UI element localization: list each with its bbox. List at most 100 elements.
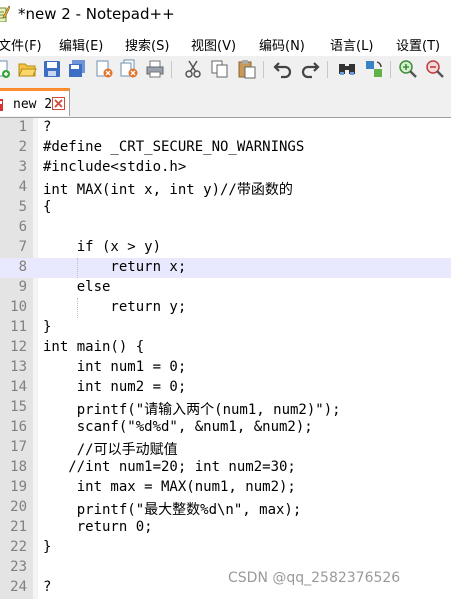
code-line[interactable]: 14 int num2 = 0; [0, 378, 451, 398]
code-text: ? [43, 579, 52, 595]
code-line[interactable]: 10 return y; [0, 298, 451, 318]
code-text: int max = MAX(num1, num2); [43, 479, 296, 495]
code-text: //int num1=20; int num2=30; [43, 459, 296, 475]
line-number: 9 [18, 279, 27, 295]
code-line[interactable]: 5{ [0, 198, 451, 218]
toolbar [0, 56, 451, 85]
code-line[interactable]: 1? [0, 118, 451, 138]
code-line[interactable]: 11} [0, 318, 451, 338]
code-text: //可以手动赋值 [43, 442, 178, 458]
editor[interactable]: 1? 2 #define _CRT_SECURE_NO_WARNINGS 3 #incl… [0, 118, 451, 599]
code-text: { [43, 199, 52, 215]
code-text: else [43, 279, 111, 295]
code-text: #define _CRT_SECURE_NO_WARNINGS [43, 139, 305, 155]
save-all-icon[interactable] [67, 59, 87, 79]
tab-new-2[interactable]: new 2 [0, 88, 70, 116]
code-text: #include<stdio.h> [43, 159, 187, 175]
code-line[interactable]: 20 printf("最大整数%d\n", max); [0, 498, 451, 518]
code-line[interactable]: 4 int MAX(int x, int y)//带函数的 [0, 178, 451, 198]
code-line[interactable]: 21 return 0; [0, 518, 451, 538]
code-line[interactable]: 12 int main() { [0, 338, 451, 358]
code-text: ? [43, 119, 52, 135]
menu-language[interactable]: 语言(L) [330, 35, 373, 54]
find-icon[interactable] [337, 59, 357, 79]
line-number: 5 [18, 199, 27, 215]
copy-icon[interactable] [210, 59, 230, 79]
open-folder-icon[interactable] [17, 59, 37, 79]
paste-icon[interactable] [237, 59, 257, 79]
watermark: CSDN @qq_2582376526 [228, 570, 401, 586]
window-title: *new 2 - Notepad++ [18, 5, 175, 23]
new-file-icon[interactable] [0, 59, 12, 79]
code-line[interactable]: 15 printf("请输入两个(num1, num2)"); [0, 398, 451, 418]
menu-bar: 文件(F) 编辑(E) 搜索(S) 视图(V) 编码(N) 语言(L) 设置(T… [0, 32, 451, 56]
line-number: 18 [10, 459, 27, 475]
code-line[interactable]: 19 int max = MAX(num1, num2); [0, 478, 451, 498]
menu-settings[interactable]: 设置(T) [396, 35, 440, 54]
code-line[interactable]: 9 else [0, 278, 451, 298]
line-number: 4 [18, 179, 27, 195]
code-text: return x; [43, 259, 187, 275]
code-line[interactable]: 2 #define _CRT_SECURE_NO_WARNINGS [0, 138, 451, 158]
tab-close-icon[interactable] [52, 97, 65, 110]
line-number: 12 [10, 339, 27, 355]
tab-label: new 2 [13, 97, 53, 112]
close-all-icon[interactable] [119, 59, 139, 79]
cut-icon[interactable] [183, 59, 203, 79]
modified-file-icon [0, 99, 3, 111]
line-number: 15 [10, 399, 27, 415]
toolbar-separator [263, 61, 264, 78]
code-text: int num2 = 0; [43, 379, 187, 395]
notepad-app-icon [0, 5, 10, 22]
zoom-in-icon[interactable] [398, 59, 418, 79]
code-text: return 0; [43, 519, 153, 535]
menu-encoding[interactable]: 编码(N) [259, 35, 305, 54]
code-line[interactable]: 8 return x; [0, 258, 451, 278]
code-line[interactable]: 17 //可以手动赋值 [0, 438, 451, 458]
line-number: 1 [18, 119, 27, 135]
toolbar-separator [171, 61, 172, 78]
toolbar-separator [390, 61, 391, 78]
code-line[interactable]: 3 #include<stdio.h> [0, 158, 451, 178]
code-line[interactable]: 22} [0, 538, 451, 558]
code-line[interactable]: 16 scanf("%d%d", &num1, &num2); [0, 418, 451, 438]
line-number: 19 [10, 479, 27, 495]
code-line[interactable]: 7 if (x > y) [0, 238, 451, 258]
code-text: } [43, 539, 52, 555]
line-number: 11 [10, 319, 27, 335]
code-text: printf("最大整数%d\n", max); [43, 502, 302, 518]
title-bar: *new 2 - Notepad++ [0, 0, 451, 32]
code-line[interactable]: 18 //int num1=20; int num2=30; [0, 458, 451, 478]
code-text: int num1 = 0; [43, 359, 187, 375]
replace-icon[interactable] [364, 59, 384, 79]
menu-edit[interactable]: 编辑(E) [59, 35, 103, 54]
redo-icon[interactable] [300, 59, 320, 79]
line-number: 16 [10, 419, 27, 435]
close-icon[interactable] [94, 59, 114, 79]
tab-bar: new 2 [0, 84, 451, 118]
code-text: scanf("%d%d", &num1, &num2); [43, 419, 313, 435]
line-number: 3 [18, 159, 27, 175]
code-text: printf("请输入两个(num1, num2)"); [43, 402, 341, 418]
menu-view[interactable]: 视图(V) [191, 35, 236, 54]
print-icon[interactable] [145, 59, 165, 79]
code-text: return y; [43, 299, 187, 315]
code-text: int MAX(int x, int y)//带函数的 [43, 182, 293, 198]
zoom-out-icon[interactable] [425, 59, 445, 79]
code-text: } [43, 319, 52, 335]
save-icon[interactable] [42, 59, 62, 79]
line-number: 22 [10, 539, 27, 555]
code-text: if (x > y) [43, 239, 162, 255]
line-number: 2 [18, 139, 27, 155]
line-number: 20 [10, 499, 27, 515]
menu-file[interactable]: 文件(F) [0, 35, 42, 54]
code-line[interactable]: 13 int num1 = 0; [0, 358, 451, 378]
menu-search[interactable]: 搜索(S) [125, 35, 169, 54]
line-number: 23 [10, 559, 27, 575]
line-number: 6 [18, 219, 27, 235]
undo-icon[interactable] [273, 59, 293, 79]
code-text: int main() { [43, 339, 145, 355]
code-line[interactable]: 6 [0, 218, 451, 238]
line-number: 10 [10, 299, 27, 315]
line-number: 8 [18, 259, 27, 275]
